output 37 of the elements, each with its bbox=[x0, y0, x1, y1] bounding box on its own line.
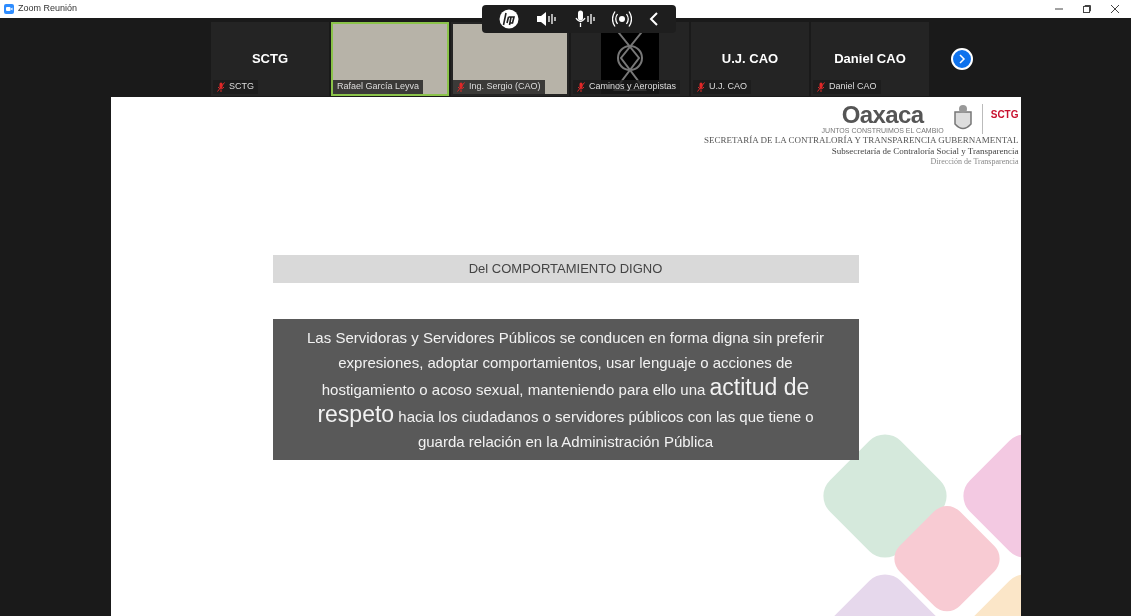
slide-heading: Del COMPORTAMIENTO DIGNO bbox=[272, 255, 859, 283]
window-title: Zoom Reunión bbox=[18, 2, 78, 16]
next-page-button[interactable] bbox=[951, 48, 973, 70]
broadcast-icon[interactable] bbox=[612, 10, 633, 28]
participant-tile[interactable]: SCTG SCTG bbox=[211, 22, 329, 96]
restore-icon[interactable] bbox=[1083, 5, 1091, 13]
participant-tile[interactable]: Daniel CAO Daniel CAO bbox=[811, 22, 929, 96]
slide-body-text: Las Servidoras y Servidores Públicos se conducen en forma digna sin preferir expresiones, adoptar comportamientos, usar lenguaje o acciones de hostigamiento o acoso sexual, manteniendo para ello una actitud de respeto hacia los ciudadanos o servidores públicos con las que tiene o guarda relación en la Administración Pública bbox=[272, 319, 859, 460]
header-line: Subsecretaría de Contraloría Social y Transparencia bbox=[831, 146, 1019, 156]
participant-name: SCTG bbox=[251, 50, 289, 69]
participant-label-text: SCTG bbox=[229, 80, 254, 94]
logo-text: SCTG bbox=[990, 108, 1019, 122]
participant-name: U.J. CAO bbox=[721, 50, 779, 69]
speaker-icon[interactable] bbox=[535, 11, 558, 27]
close-icon[interactable] bbox=[1111, 5, 1119, 13]
muted-mic-icon bbox=[217, 82, 225, 92]
participant-label-text: Rafael García Leyva bbox=[337, 80, 420, 94]
muted-mic-icon bbox=[577, 82, 585, 92]
minimize-icon[interactable] bbox=[1055, 5, 1063, 13]
participant-name: Daniel CAO bbox=[834, 50, 906, 69]
chevron-right-icon bbox=[958, 54, 966, 64]
muted-mic-icon bbox=[817, 82, 825, 92]
participant-label-text: Daniel CAO bbox=[829, 80, 877, 94]
participant-label-text: U.J. CAO bbox=[709, 80, 747, 94]
header-line: Dirección de Transparencia bbox=[930, 157, 1019, 167]
app-icon bbox=[4, 4, 14, 14]
logo-wordmark: Oaxaca bbox=[841, 103, 924, 127]
muted-mic-icon bbox=[457, 82, 465, 92]
brand-logo-icon[interactable] bbox=[498, 9, 519, 29]
header-line: SECRETARÍA DE LA CONTRALORÍA Y TRANSPARENCIA GUBERNAMENTAL bbox=[704, 135, 1019, 145]
chevron-left-icon[interactable] bbox=[649, 12, 660, 26]
microphone-icon[interactable] bbox=[574, 10, 595, 28]
participant-tile[interactable]: Rafael García Leyva bbox=[331, 22, 449, 96]
participant-label-text: Ing. Sergio (CAO) bbox=[469, 80, 541, 94]
muted-mic-icon bbox=[697, 82, 705, 92]
participant-tile[interactable]: U.J. CAO U.J. CAO bbox=[691, 22, 809, 96]
participant-label-text: Caminos y Aeropistas bbox=[589, 80, 677, 94]
